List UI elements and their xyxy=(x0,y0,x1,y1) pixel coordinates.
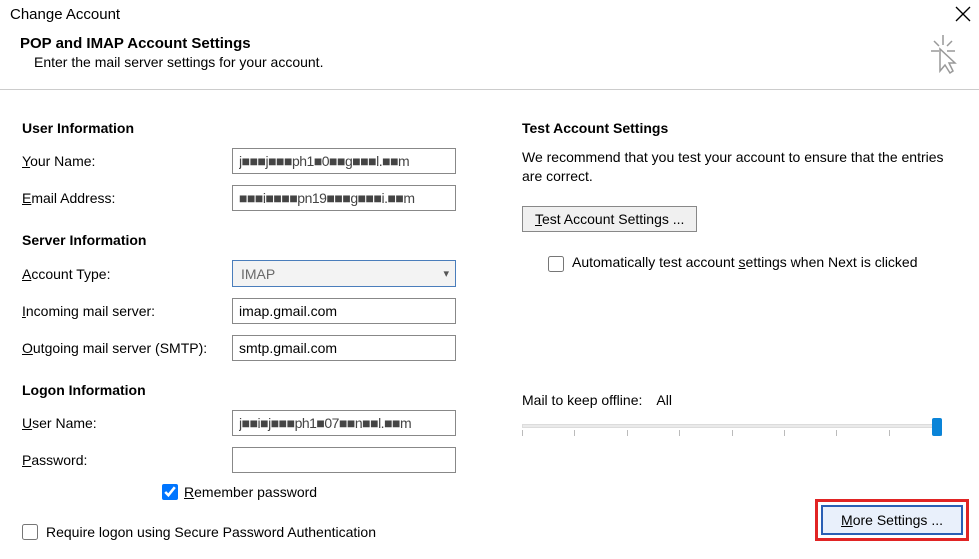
your-name-label: Your Name: xyxy=(22,153,232,169)
chevron-down-icon: ▾ xyxy=(443,267,449,280)
test-heading: Test Account Settings xyxy=(522,120,961,136)
auto-test-checkbox[interactable] xyxy=(548,256,564,272)
slider-thumb[interactable] xyxy=(932,418,942,436)
email-label: Email Address: xyxy=(22,190,232,206)
password-label: Password: xyxy=(22,452,232,468)
page-title: POP and IMAP Account Settings xyxy=(20,35,323,52)
slider-track xyxy=(522,424,942,428)
logon-heading: Logon Information xyxy=(22,382,462,398)
page-subtitle: Enter the mail server settings for your … xyxy=(34,54,323,70)
outgoing-field[interactable] xyxy=(232,335,456,361)
close-icon[interactable] xyxy=(955,6,971,22)
cursor-click-icon xyxy=(925,35,961,75)
outgoing-label: Outgoing mail server (SMTP): xyxy=(22,340,232,356)
server-info-heading: Server Information xyxy=(22,232,462,248)
account-type-value: IMAP xyxy=(241,266,275,282)
incoming-field[interactable] xyxy=(232,298,456,324)
spa-checkbox[interactable] xyxy=(22,524,38,540)
user-info-heading: User Information xyxy=(22,120,462,136)
test-account-button[interactable]: Test Account Settings ... xyxy=(522,206,697,232)
test-description: We recommend that you test your account … xyxy=(522,148,961,186)
spa-label: Require logon using Secure Password Auth… xyxy=(46,524,376,540)
window-title: Change Account xyxy=(10,6,120,23)
remember-password-label: Remember password xyxy=(184,484,317,500)
slider-ticks xyxy=(522,430,942,436)
your-name-field[interactable] xyxy=(232,148,456,174)
more-settings-highlight: More Settings ... xyxy=(815,499,969,541)
username-label: User Name: xyxy=(22,415,232,431)
auto-test-label: Automatically test account settings when… xyxy=(572,254,918,270)
password-field[interactable] xyxy=(232,447,456,473)
account-type-select: IMAP ▾ xyxy=(232,260,456,287)
mail-offline-slider[interactable] xyxy=(522,418,942,446)
more-settings-button[interactable]: More Settings ... xyxy=(821,505,963,535)
username-field[interactable] xyxy=(232,410,456,436)
incoming-label: Incoming mail server: xyxy=(22,303,232,319)
mail-offline-label: Mail to keep offline: xyxy=(522,392,642,408)
remember-password-checkbox[interactable] xyxy=(162,484,178,500)
mail-offline-value: All xyxy=(656,392,672,408)
email-field[interactable] xyxy=(232,185,456,211)
account-type-label: Account Type: xyxy=(22,266,232,282)
